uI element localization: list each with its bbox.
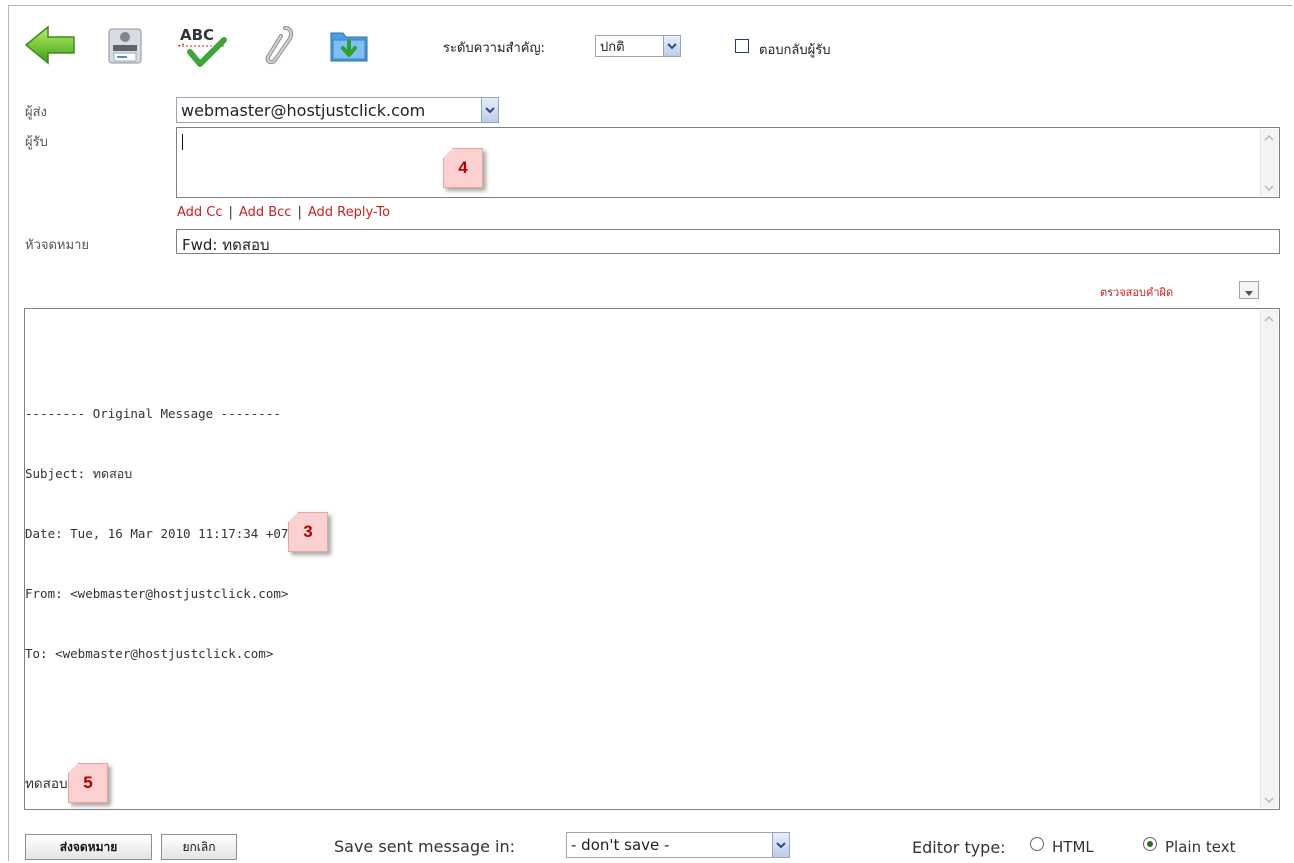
body-line: To: <webmaster@hostjustclick.com> [25,646,274,661]
scroll-down-icon[interactable] [1261,179,1277,196]
priority-value: ปกติ [600,39,625,55]
annotation-note: 4 [443,148,483,188]
spellcheck-link[interactable]: ตรวจสอบคำผิด [1100,283,1173,301]
editor-html-label: HTML [1052,838,1094,856]
save-in-label: Save sent message in: [334,837,516,856]
editor-type-label: Editor type: [912,838,1006,857]
cancel-button[interactable]: ยกเลิก [161,834,237,860]
add-bcc-link[interactable]: Add Bcc [239,205,292,220]
save-draft-icon[interactable] [324,20,374,70]
scroll-up-icon[interactable] [1261,129,1277,146]
chevron-down-icon [772,833,789,857]
body-line: -------- Original Message -------- [25,406,281,421]
add-reply-to-link[interactable]: Add Reply-To [308,205,390,220]
subject-value: Fwd: ทดสอบ [182,236,270,254]
body-line: From: <webmaster@hostjustclick.com> [25,586,289,601]
receipt-checkbox[interactable] [735,39,749,53]
svg-text:ABC: ABC [180,26,214,44]
from-label: ผู้ส่ง [25,105,47,120]
print-icon[interactable] [100,20,150,70]
editor-plain-label: Plain text [1165,838,1236,856]
from-value: webmaster@hostjustclick.com [181,100,426,120]
back-arrow-icon[interactable] [20,20,80,70]
subject-label: หัวจดหมาย [25,238,89,253]
spellcheck-icon[interactable]: ABC [172,20,232,70]
spellcheck-dropdown[interactable] [1239,281,1259,299]
body-text: -------- Original Message -------- Subje… [25,364,303,834]
text-cursor [182,134,183,150]
radio-selected-dot [1147,841,1153,847]
link-separator: | [297,205,302,220]
editor-html-radio[interactable] [1030,837,1044,851]
body-line [25,704,303,734]
link-separator: | [228,205,233,220]
receipt-label: ตอบกลับผู้รับ [759,43,831,58]
chevron-down-icon [1245,281,1253,300]
body-line: ทดสอบ [25,776,68,792]
subject-field[interactable]: Fwd: ทดสอบ [176,229,1280,254]
body-line: Date: Tue, 16 Mar 2010 11:17:34 +0700 [25,526,304,541]
chevron-down-icon [663,36,680,56]
address-links: Add Cc | Add Bcc | Add Reply-To [177,205,390,220]
message-body[interactable]: -------- Original Message -------- Subje… [24,308,1280,810]
chevron-down-icon [481,98,498,122]
from-select[interactable]: webmaster@hostjustclick.com [176,97,499,123]
save-in-value: - don't save - [571,836,670,854]
to-scrollbar[interactable] [1260,129,1278,196]
annotation-note: 3 [288,512,328,552]
scroll-up-icon[interactable] [1261,310,1277,327]
editor-plain-radio[interactable] [1143,837,1157,851]
send-button[interactable]: ส่งจดหมาย [25,834,152,860]
add-cc-link[interactable]: Add Cc [177,205,223,220]
save-in-select[interactable]: - don't save - [566,832,790,858]
to-label: ผู้รับ [25,135,48,150]
priority-label: ระดับความสำคัญ: [443,41,545,56]
body-line: Subject: ทดสอบ [25,466,133,481]
attachment-icon[interactable] [254,20,304,70]
priority-select[interactable]: ปกติ [595,35,681,57]
annotation-note: 5 [68,763,108,803]
scroll-down-icon[interactable] [1261,791,1277,808]
to-field[interactable] [176,127,1280,198]
body-scrollbar[interactable] [1260,310,1278,808]
